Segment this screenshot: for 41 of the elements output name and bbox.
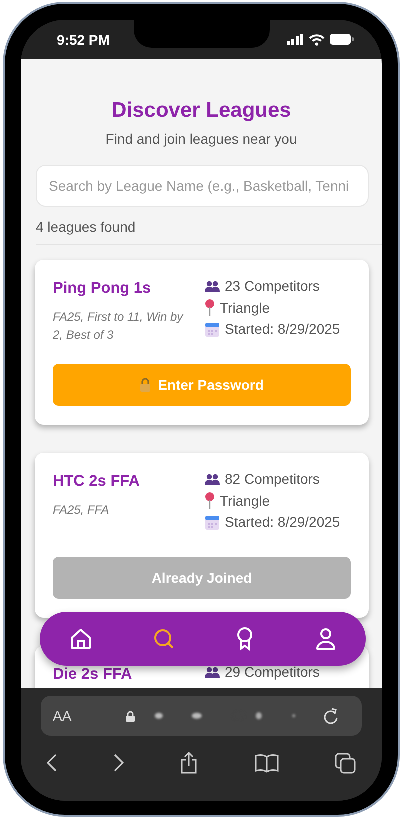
league-location: Triangle	[220, 300, 270, 316]
search-icon	[152, 628, 175, 650]
calendar-icon	[205, 322, 220, 336]
share-icon[interactable]	[180, 752, 198, 774]
league-name: Die 2s FFA	[53, 666, 134, 684]
lock-icon	[126, 710, 135, 722]
people-icon	[205, 280, 220, 292]
back-icon[interactable]	[47, 754, 57, 772]
text-size-button[interactable]: AA	[53, 708, 72, 724]
book-icon[interactable]	[254, 754, 278, 772]
calendar-icon	[205, 514, 220, 530]
page-subtitle: Find and join leagues near you	[104, 131, 298, 147]
address-bar[interactable]: AA	[41, 696, 362, 736]
lock-icon	[140, 378, 152, 392]
league-description: FA25, FFA	[53, 502, 110, 519]
tabs-icon[interactable]	[335, 752, 356, 774]
league-description: FA25, First to 11, Win by 2, Best of 3	[53, 309, 185, 344]
home-icon	[70, 628, 92, 650]
user-icon	[316, 628, 336, 650]
people-icon	[205, 666, 220, 678]
status-time: 9:52 PM	[57, 32, 110, 48]
league-name: Ping Pong 1s	[53, 280, 152, 298]
award-icon	[235, 627, 256, 651]
league-location: Triangle	[220, 492, 270, 508]
page-title: Discover Leagues	[110, 99, 292, 123]
competitor-count: 23 Competitors	[225, 278, 320, 294]
competitor-count: 29 Competitors	[225, 664, 320, 680]
competitor-count: 82 Competitors	[225, 471, 320, 487]
wifi-icon	[309, 34, 325, 46]
search-field[interactable]: Search by League Name (e.g., Basketball, Tenni	[36, 165, 369, 207]
start-date: Started: 8/29/2025	[225, 321, 340, 337]
reload-icon[interactable]	[322, 708, 339, 724]
start-date: Started: 8/29/2025	[225, 514, 340, 530]
result-count: 4 leagues found	[36, 219, 382, 245]
battery-icon	[330, 34, 354, 45]
signal-icon	[287, 34, 304, 45]
forward-icon[interactable]	[114, 754, 124, 772]
pin-icon	[205, 492, 215, 509]
pin-icon	[205, 299, 215, 316]
league-name: HTC 2s FFA	[53, 473, 141, 491]
people-icon	[205, 474, 220, 484]
